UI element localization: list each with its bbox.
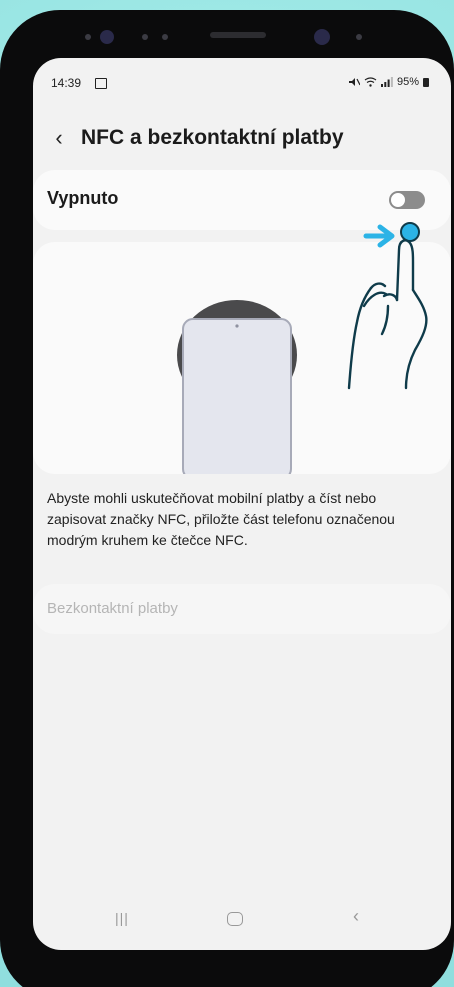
chevron-left-icon[interactable]: ‹ [47,126,71,150]
back-nav-icon[interactable]: ‹ [353,906,359,927]
sensor-dot [85,34,91,40]
tutorial-stage: 14:39 95% ‹ NFC a bezkontaktní platby Vy… [0,0,454,987]
nfc-illustration [33,242,451,474]
phone-sensors [0,26,454,46]
navigation-bar: ||| ‹ [33,894,451,950]
sensor-dot [162,34,168,40]
nfc-toggle-row[interactable]: Vypnuto [33,170,451,230]
app-header: ‹ NFC a bezkontaktní platby [33,122,451,158]
wifi-icon [364,77,377,87]
status-bar: 14:39 95% [33,76,451,96]
home-icon[interactable] [227,912,243,926]
battery-percentage: 95% [396,76,419,88]
status-indicators: 95% [348,76,429,88]
recent-apps-icon[interactable]: ||| [115,910,129,926]
signal-icon [380,77,393,87]
switch-knob [390,192,406,208]
nfc-toggle-label: Vypnuto [47,188,119,208]
status-time: 14:39 [51,76,82,90]
sensor-dot [356,34,362,40]
camera-icon [100,30,114,44]
front-camera-icon [314,29,330,45]
nfc-switch[interactable] [389,191,425,209]
battery-icon [423,77,429,87]
page-title: NFC a bezkontaktní platby [81,126,344,149]
phone-on-reader-illustration [177,300,297,474]
contactless-payments-label: Bezkontaktní platby [47,600,178,617]
contactless-payments-row[interactable]: Bezkontaktní platby [33,584,451,634]
phone-screen: 14:39 95% ‹ NFC a bezkontaktní platby Vy… [33,58,451,950]
nfc-description: Abyste mohli uskutečňovat mobilní platby… [47,490,395,548]
sensor-dot [142,34,148,40]
earpiece-speaker [210,32,266,38]
mute-icon [348,78,360,86]
gallery-notification-icon [95,78,107,89]
